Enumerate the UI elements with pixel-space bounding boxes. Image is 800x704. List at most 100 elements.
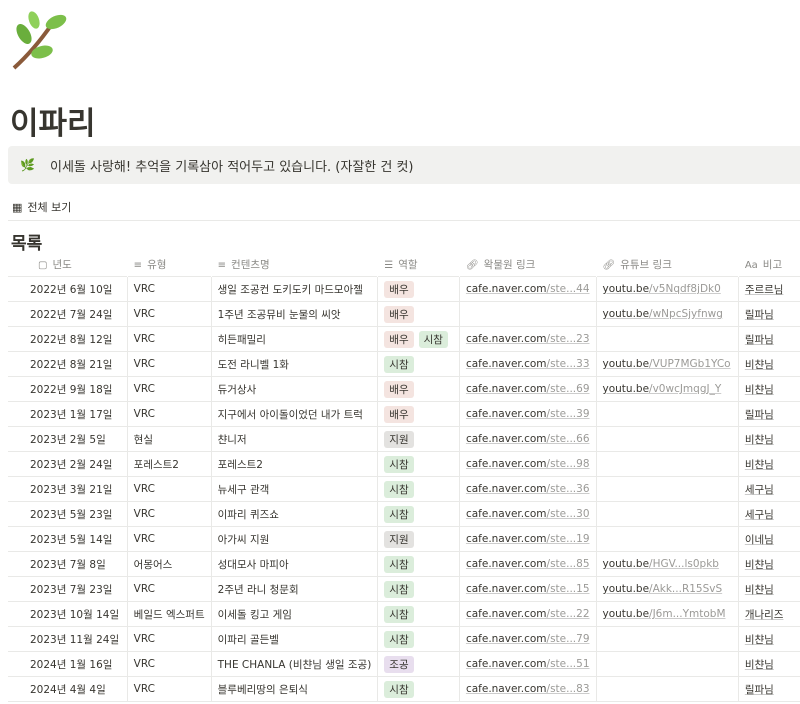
type-cell[interactable]: VRC [127,676,212,702]
column-header-type[interactable]: ≡ 유형 [127,252,212,277]
role-cell[interactable]: 시참 [377,476,460,502]
role-tag[interactable]: 지원 [384,530,414,548]
cafe-link-cell[interactable]: cafe.naver.com/ste...23 [459,326,597,352]
note-cell[interactable]: 비챤님 [738,576,800,602]
note-cell[interactable]: 릴파님 [738,676,800,702]
youtube-link[interactable]: youtu.be/wNpcSjyfnwg [603,308,723,320]
note-cell[interactable]: 개나리즈 [738,601,800,627]
type-cell[interactable]: VRC [127,526,212,552]
role-cell[interactable]: 배우 시참 [377,326,460,352]
content-name-cell[interactable]: 아가씨 지원 [211,526,379,552]
type-cell[interactable]: VRC [127,501,212,527]
role-cell[interactable]: 배우 [377,401,460,427]
cafe-link-cell[interactable]: cafe.naver.com/ste...79 [459,626,597,652]
table-row[interactable]: 2023년 3월 21일 VRC 뉴세구 관객 시참 cafe.naver.co… [8,476,800,502]
date-cell[interactable]: 2023년 10월 14일 [8,601,128,627]
cafe-link[interactable]: cafe.naver.com/ste...51 [466,658,590,670]
table-row[interactable]: 2023년 2월 5일 현실 챤니저 지원 cafe.naver.com/ste… [8,426,800,452]
cafe-link[interactable]: cafe.naver.com/ste...23 [466,333,590,345]
cafe-link-cell[interactable]: cafe.naver.com/ste...66 [459,426,597,452]
cafe-link-cell[interactable]: cafe.naver.com/ste...22 [459,601,597,627]
date-cell[interactable]: 2023년 3월 21일 [8,476,128,502]
role-tag[interactable]: 시참 [384,555,414,573]
cafe-link[interactable]: cafe.naver.com/ste...39 [466,408,590,420]
content-name-cell[interactable]: 지구에서 아이돌이었던 내가 트럭 [211,401,379,427]
date-cell[interactable]: 2023년 2월 24일 [8,451,128,477]
role-tag[interactable]: 시참 [384,455,414,473]
date-cell[interactable]: 2022년 9월 18일 [8,376,128,402]
content-name-cell[interactable]: THE CHANLA (비챤님 생일 조공) [211,651,379,677]
role-cell[interactable]: 시참 [377,576,460,602]
note-cell[interactable]: 비챤님 [738,426,800,452]
youtube-link-cell[interactable]: youtu.be/VUP7MGb1YCo [596,351,739,377]
youtube-link-cell[interactable] [596,401,739,427]
cafe-link-cell[interactable]: cafe.naver.com/ste...69 [459,376,597,402]
content-name-cell[interactable]: 1주년 조공뮤비 눈물의 씨앗 [211,301,379,327]
role-cell[interactable]: 배우 [377,276,460,302]
column-header-name[interactable]: ≡ 컨텐츠명 [211,252,379,277]
content-name-cell[interactable]: 이파리 퀴즈쇼 [211,501,379,527]
table-row[interactable]: 2023년 5월 14일 VRC 아가씨 지원 지원 cafe.naver.co… [8,526,800,552]
role-cell[interactable]: 지원 [377,426,460,452]
type-cell[interactable]: VRC [127,476,212,502]
note-cell[interactable]: 릴파님 [738,401,800,427]
type-cell[interactable]: VRC [127,576,212,602]
date-cell[interactable]: 2023년 2월 5일 [8,426,128,452]
youtube-link-cell[interactable] [596,476,739,502]
callout-text[interactable]: 이세돌 사랑해! 추억을 기록삼아 적어두고 있습니다. (자잘한 건 컷) [50,156,414,175]
role-tag[interactable]: 배우 [384,405,414,423]
note-cell[interactable]: 세구님 [738,476,800,502]
youtube-link-cell[interactable] [596,451,739,477]
date-cell[interactable]: 2023년 1월 17일 [8,401,128,427]
role-cell[interactable]: 지원 [377,526,460,552]
table-row[interactable]: 2023년 10월 14일 베일드 엑스퍼트 이세돌 킹고 게임 시참 cafe… [8,601,800,627]
date-cell[interactable]: 2023년 5월 14일 [8,526,128,552]
date-cell[interactable]: 2022년 8월 12일 [8,326,128,352]
table-row[interactable]: 2023년 5월 23일 VRC 이파리 퀴즈쇼 시참 cafe.naver.c… [8,501,800,527]
youtube-link-cell[interactable] [596,676,739,702]
date-cell[interactable]: 2023년 11월 24일 [8,626,128,652]
role-cell[interactable]: 시참 [377,501,460,527]
content-name-cell[interactable]: 이세돌 킹고 게임 [211,601,379,627]
role-cell[interactable]: 시참 [377,601,460,627]
date-cell[interactable]: 2023년 7월 23일 [8,576,128,602]
type-cell[interactable]: 베일드 엑스퍼트 [127,601,212,627]
table-row[interactable]: 2022년 6월 10일 VRC 생일 조공컨 도키도키 마드모아젤 배우 ca… [8,276,800,302]
youtube-link[interactable]: youtu.be/VUP7MGb1YCo [603,358,731,370]
cafe-link-cell[interactable]: cafe.naver.com/ste...44 [459,276,597,302]
role-cell[interactable]: 조공 [377,651,460,677]
note-cell[interactable]: 릴파님 [738,301,800,327]
type-cell[interactable]: VRC [127,626,212,652]
type-cell[interactable]: VRC [127,401,212,427]
type-cell[interactable]: VRC [127,326,212,352]
youtube-link-cell[interactable] [596,526,739,552]
youtube-link[interactable]: youtu.be/v5Nqdf8jDk0 [603,283,721,295]
table-row[interactable]: 2022년 8월 21일 VRC 도전 라니벨 1화 시참 cafe.naver… [8,351,800,377]
table-row[interactable]: 2023년 11월 24일 VRC 이파리 골든벨 시참 cafe.naver.… [8,626,800,652]
cafe-link[interactable]: cafe.naver.com/ste...30 [466,508,590,520]
date-cell[interactable]: 2022년 6월 10일 [8,276,128,302]
column-header-cafe-link[interactable]: 🔗︎ 왁물원 링크 [459,252,597,277]
cafe-link-cell[interactable]: cafe.naver.com/ste...30 [459,501,597,527]
content-name-cell[interactable]: 듀거상사 [211,376,379,402]
note-cell[interactable]: 비챤님 [738,626,800,652]
table-row[interactable]: 2023년 1월 17일 VRC 지구에서 아이돌이었던 내가 트럭 배우 ca… [8,401,800,427]
date-cell[interactable]: 2024년 1월 16일 [8,651,128,677]
table-row[interactable]: 2023년 7월 8일 어몽어스 성대모사 마피아 시참 cafe.naver.… [8,551,800,577]
content-name-cell[interactable]: 2주년 라니 청문회 [211,576,379,602]
column-header-date[interactable]: ▢ 년도 [8,252,128,277]
table-row[interactable]: 2024년 1월 16일 VRC THE CHANLA (비챤님 생일 조공) … [8,651,800,677]
cafe-link[interactable]: cafe.naver.com/ste...98 [466,458,590,470]
role-tag[interactable]: 배우 [384,305,414,323]
cafe-link[interactable]: cafe.naver.com/ste...44 [466,283,590,295]
table-row[interactable]: 2022년 7월 24일 VRC 1주년 조공뮤비 눈물의 씨앗 배우 yout… [8,301,800,327]
content-name-cell[interactable]: 히든패밀리 [211,326,379,352]
youtube-link-cell[interactable]: youtu.be/HGV...ls0pkb [596,551,739,577]
date-cell[interactable]: 2023년 7월 8일 [8,551,128,577]
role-cell[interactable]: 시참 [377,451,460,477]
youtube-link[interactable]: youtu.be/v0wcJmqgJ_Y [603,383,722,395]
role-cell[interactable]: 시참 [377,676,460,702]
role-tag[interactable]: 시참 [384,605,414,623]
cafe-link-cell[interactable] [459,301,597,327]
cafe-link-cell[interactable]: cafe.naver.com/ste...51 [459,651,597,677]
